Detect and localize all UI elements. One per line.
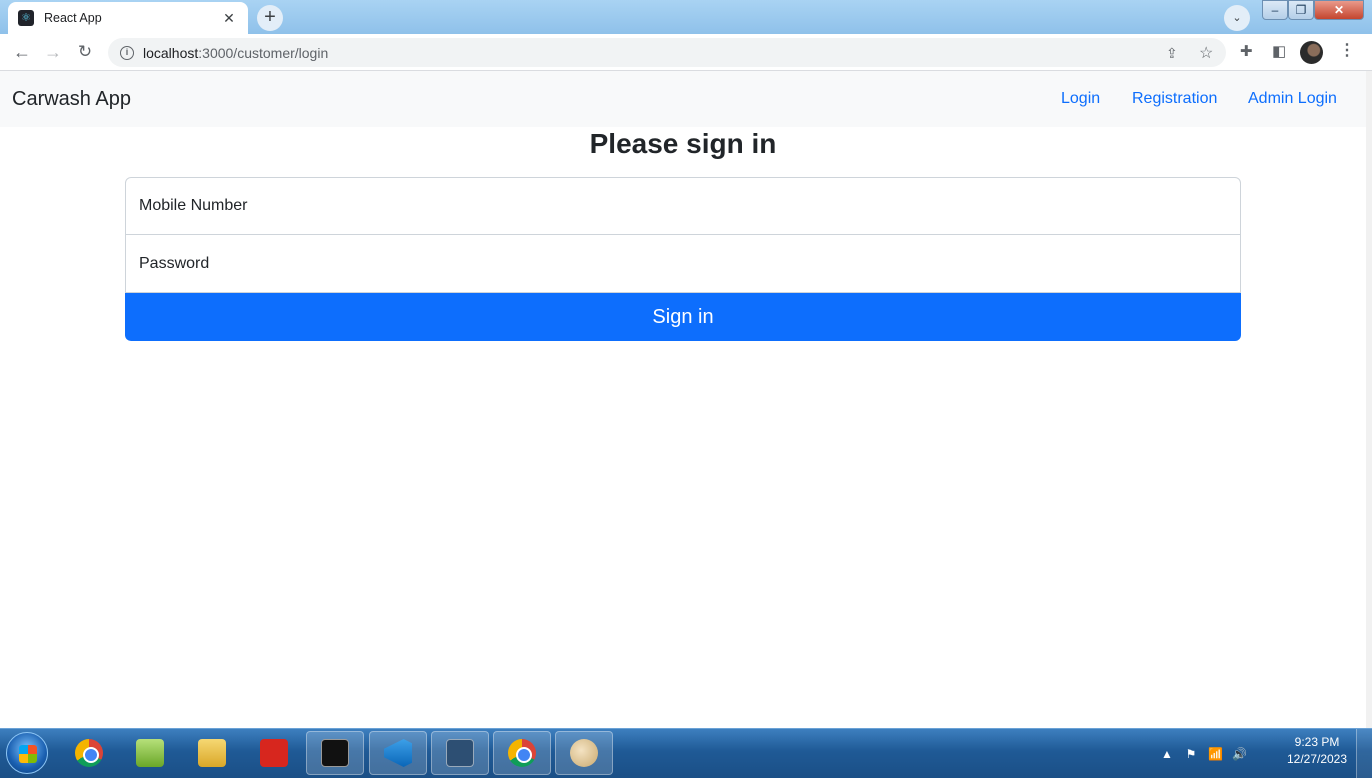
tab-close-icon[interactable]: ✕ (220, 10, 238, 27)
url-host: localhost (143, 44, 199, 61)
bookmark-star-icon[interactable]: ☆ (1199, 43, 1213, 63)
site-info-icon[interactable]: i (120, 45, 134, 60)
vscode-icon (384, 739, 412, 767)
browser-toolbar: ← → ↻ i localhost:3000/customer/login ⇪ … (0, 34, 1372, 71)
browser-tab[interactable]: ⚛ React App ✕ (8, 2, 248, 34)
address-bar[interactable]: i localhost:3000/customer/login ⇪ ☆ (108, 38, 1226, 67)
start-button[interactable] (6, 732, 48, 774)
nav-link-admin-login[interactable]: Admin Login (1248, 90, 1337, 108)
browser-menu-icon[interactable]: ⋮ (1339, 40, 1355, 60)
taskbar-explorer-icon[interactable] (183, 731, 241, 775)
taskbar-acrobat-icon[interactable] (245, 731, 303, 775)
show-hidden-icons-icon[interactable]: ▲ (1160, 747, 1174, 761)
sign-in-button[interactable]: Sign in (125, 293, 1241, 341)
mysql-workbench-icon (446, 739, 474, 767)
forward-icon[interactable]: → (40, 40, 66, 66)
tab-title: React App (44, 11, 102, 25)
volume-icon[interactable]: 🔊 (1232, 747, 1247, 761)
back-icon[interactable]: ← (9, 40, 35, 66)
share-icon[interactable]: ⇪ (1166, 45, 1178, 62)
tab-search-button[interactable]: ⌄ (1224, 5, 1250, 31)
page-title: Please sign in (589, 128, 777, 159)
window-close-button[interactable]: ✕ (1314, 0, 1364, 20)
acrobat-icon (260, 739, 288, 767)
taskbar-notepad-icon[interactable] (121, 731, 179, 775)
reload-icon[interactable]: ↻ (72, 40, 98, 66)
browser-tab-strip: ⚛ React App ✕ + ⌄ – ❐ ✕ (0, 0, 1372, 34)
paint-icon (570, 739, 598, 767)
mobile-number-field-container (125, 177, 1241, 235)
taskbar-vscode-icon[interactable] (369, 731, 427, 775)
password-input[interactable] (139, 254, 1227, 273)
clock-date: 12/27/2023 (1286, 752, 1348, 766)
notepad-icon (136, 739, 164, 767)
taskbar-clock[interactable]: 9:23 PM 12/27/2023 (1280, 734, 1354, 768)
network-icon[interactable]: 📶 (1208, 747, 1223, 761)
taskbar-cmd-icon[interactable] (306, 731, 364, 775)
folder-icon (198, 739, 226, 767)
nav-link-registration[interactable]: Registration (1132, 90, 1217, 108)
chrome-icon (75, 739, 103, 767)
profile-avatar[interactable] (1300, 41, 1323, 64)
app-navbar: Carwash App Login Registration Admin Log… (0, 71, 1366, 127)
page-scrollbar[interactable] (1366, 71, 1372, 728)
url-path: :3000/customer/login (198, 44, 329, 61)
taskbar-chrome-active-icon[interactable] (493, 731, 551, 775)
nav-link-login[interactable]: Login (1061, 90, 1100, 108)
window-minimize-button[interactable]: – (1262, 0, 1288, 20)
side-panel-icon[interactable]: ◧ (1272, 42, 1286, 60)
react-favicon-icon: ⚛ (18, 10, 34, 26)
taskbar-mysql-icon[interactable] (431, 731, 489, 775)
window-maximize-button[interactable]: ❐ (1288, 0, 1314, 20)
windows-logo-icon (19, 745, 37, 763)
taskbar-chrome-icon[interactable] (60, 731, 118, 775)
show-desktop-button[interactable] (1356, 729, 1372, 779)
brand-link[interactable]: Carwash App (12, 88, 131, 111)
url-text: localhost:3000/customer/login (143, 45, 328, 61)
system-tray: ▲ ⚑ 📶 🔊 (1160, 729, 1247, 779)
new-tab-button[interactable]: + (257, 5, 283, 31)
action-center-flag-icon[interactable]: ⚑ (1184, 747, 1198, 761)
mobile-number-input[interactable] (139, 197, 1227, 215)
extensions-icon[interactable]: ✚ (1240, 42, 1253, 60)
chrome-icon (508, 739, 536, 767)
command-prompt-icon (321, 739, 349, 767)
windows-taskbar: ▲ ⚑ 📶 🔊 9:23 PM 12/27/2023 (0, 728, 1372, 779)
password-field-container (125, 235, 1241, 293)
clock-time: 9:23 PM (1294, 735, 1340, 749)
taskbar-paint-icon[interactable] (555, 731, 613, 775)
